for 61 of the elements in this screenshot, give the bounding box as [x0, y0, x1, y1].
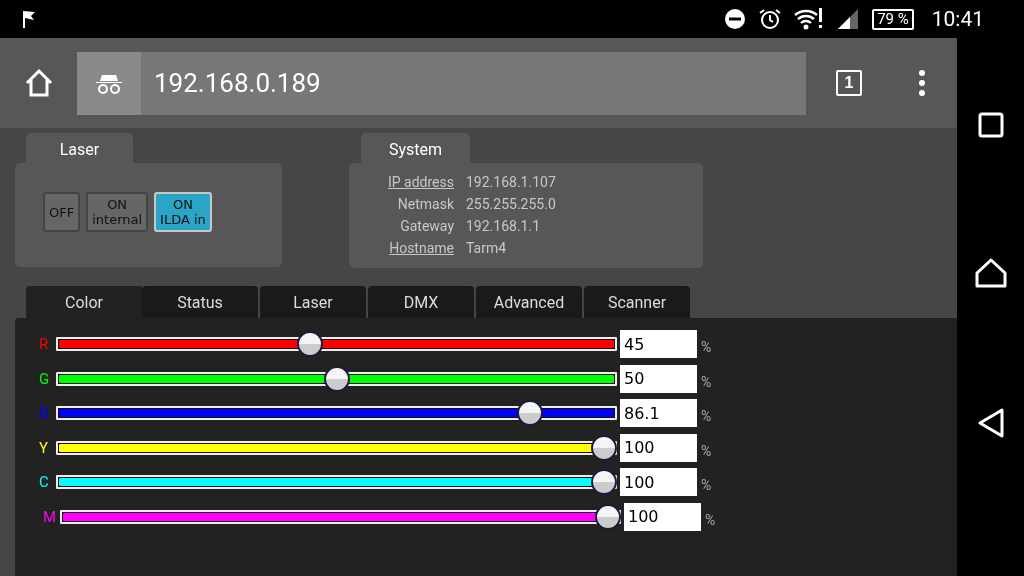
mode-button[interactable]: ON ILDA in	[154, 192, 212, 232]
channel-label: B	[39, 404, 50, 423]
address-bar[interactable]: 192.168.0.189	[77, 51, 806, 115]
tab[interactable]: Advanced	[476, 286, 582, 318]
slider-thumb[interactable]	[516, 400, 543, 427]
value-input[interactable]: 100	[620, 468, 697, 497]
slider-thumb[interactable]	[323, 365, 350, 392]
home-icon[interactable]	[974, 258, 1007, 288]
do-not-disturb-icon	[724, 8, 747, 30]
unit-label: %	[701, 477, 712, 494]
channel-label: G	[39, 369, 51, 388]
info-label: Gateway	[399, 218, 454, 234]
flag-icon	[20, 9, 38, 29]
tab[interactable]: DMX	[368, 286, 474, 318]
tab[interactable]: Laser	[260, 286, 366, 318]
info-value: 255.255.255.0	[466, 196, 557, 212]
alarm-clock-icon	[758, 7, 783, 31]
back-icon[interactable]	[976, 408, 1005, 438]
channel-label: C	[39, 473, 50, 492]
url-text: 192.168.0.189	[154, 68, 321, 98]
value-input[interactable]: 100	[624, 502, 701, 531]
color-slider[interactable]	[56, 433, 617, 462]
tab-switcher[interactable]: 1	[836, 70, 862, 96]
unit-label: %	[701, 339, 712, 356]
slider-thumb[interactable]	[296, 331, 323, 358]
value-input[interactable]: 45	[620, 330, 697, 359]
info-link[interactable]: Hostname	[349, 240, 454, 256]
menu-icon[interactable]	[918, 69, 926, 97]
info-value: Tarm4	[466, 240, 508, 256]
unit-label: %	[701, 408, 712, 425]
tab[interactable]: Scanner	[584, 286, 690, 318]
color-slider[interactable]	[56, 468, 617, 497]
tab[interactable]: Color	[26, 286, 142, 318]
info-value: 192.168.1.107	[466, 174, 557, 190]
incognito-icon	[95, 72, 123, 94]
channel-label: Y	[39, 438, 49, 457]
value-input[interactable]: 86.1	[620, 399, 697, 428]
home-icon[interactable]	[23, 68, 54, 98]
battery-indicator: 79 %	[872, 8, 914, 30]
unit-label: %	[705, 511, 716, 528]
value-input[interactable]: 50	[620, 364, 697, 393]
value-input[interactable]: 100	[620, 433, 697, 462]
color-slider[interactable]	[56, 399, 617, 428]
color-slider[interactable]	[56, 330, 617, 359]
square-icon[interactable]	[977, 112, 1004, 138]
slider-thumb[interactable]	[591, 469, 617, 496]
signal-icon	[836, 8, 861, 30]
info-label: Netmask	[396, 196, 454, 212]
color-slider[interactable]	[56, 364, 617, 393]
color-slider[interactable]	[60, 502, 621, 531]
slider-thumb[interactable]	[595, 503, 621, 530]
tab[interactable]: Status	[142, 286, 258, 318]
info-value: 192.168.1.1	[466, 218, 542, 234]
info-link[interactable]: IP address	[349, 174, 454, 190]
slider-thumb[interactable]	[591, 434, 617, 461]
channel-label: R	[39, 335, 50, 354]
unit-label: %	[701, 442, 712, 459]
wifi-icon	[794, 7, 825, 31]
clock-time: 10:41	[931, 7, 984, 31]
unit-label: %	[701, 373, 712, 390]
channel-label: M	[43, 507, 58, 526]
